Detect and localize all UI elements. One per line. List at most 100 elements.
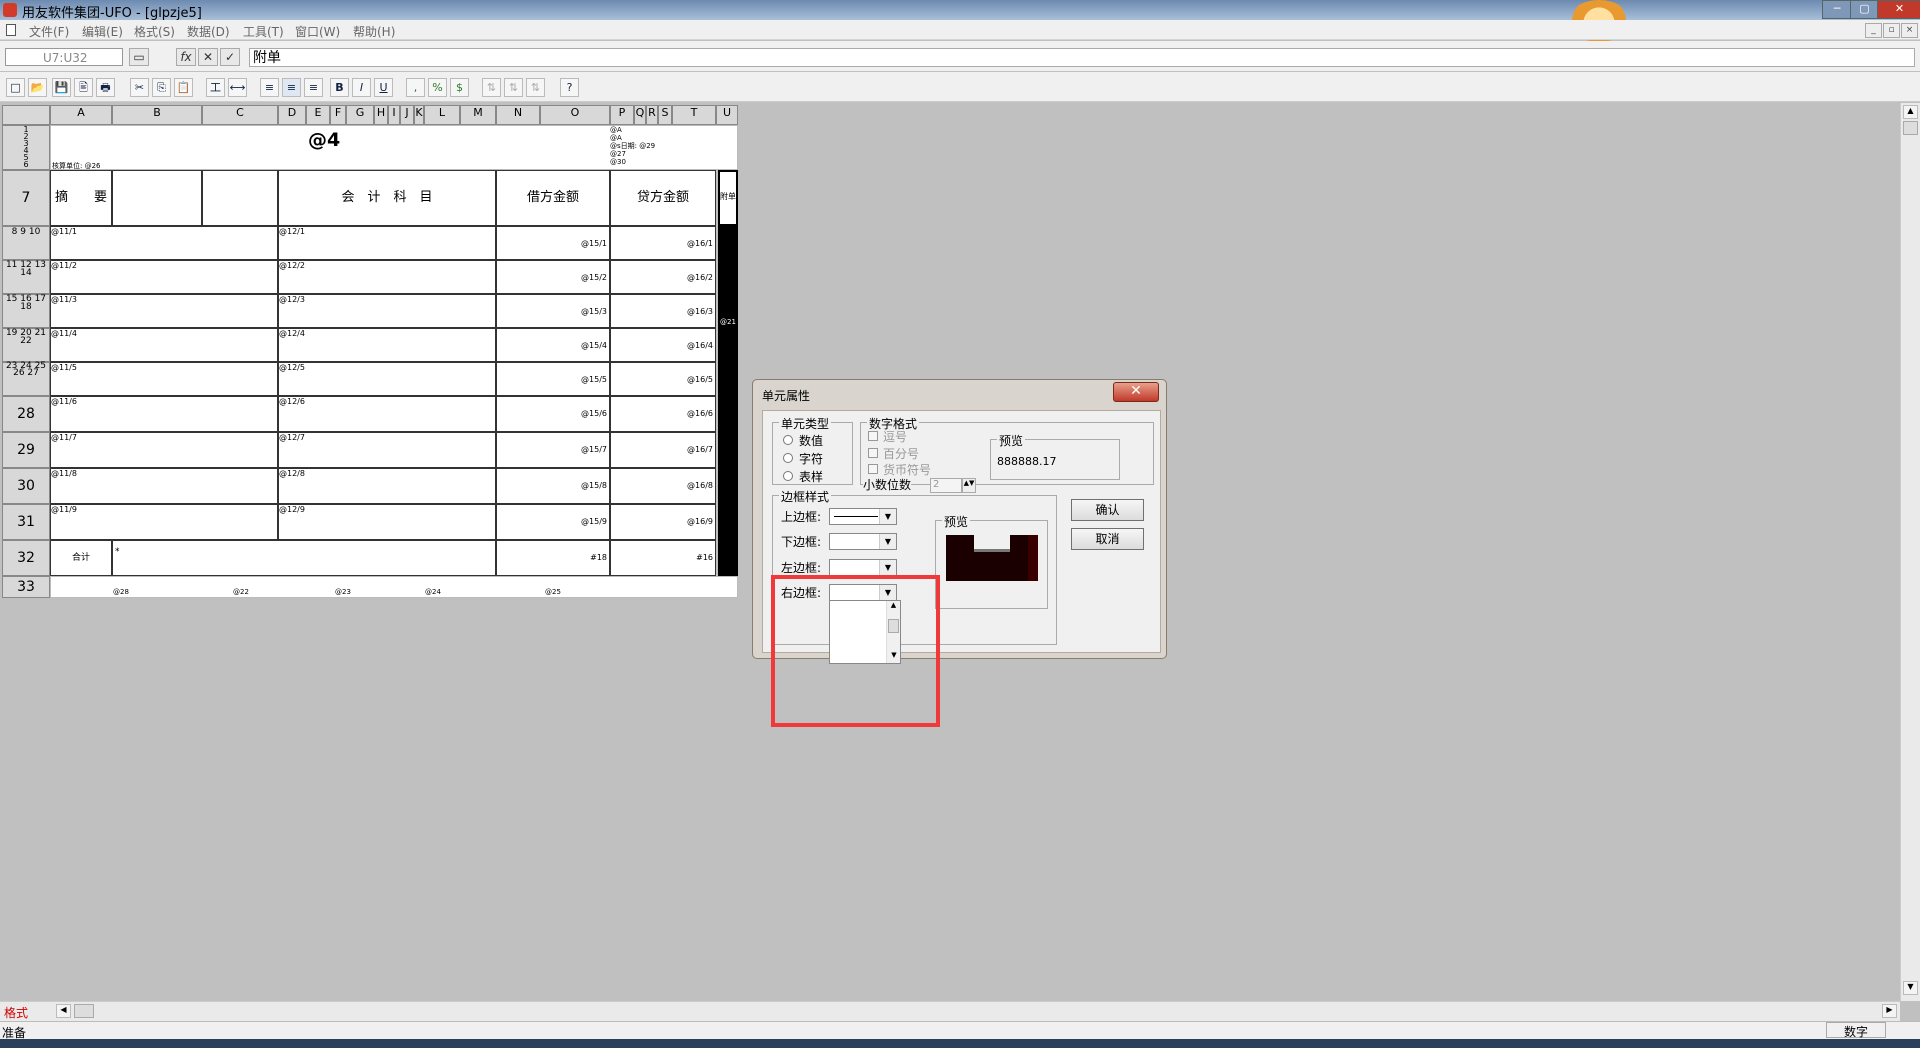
summary-cell[interactable]: @11/8 (50, 468, 278, 504)
column-header[interactable]: D (278, 105, 306, 125)
debit-cell[interactable]: @15/9 (496, 504, 610, 540)
mdi-minimize-icon[interactable]: _ (1865, 23, 1882, 38)
column-header[interactable]: A (50, 105, 112, 125)
account-cell[interactable]: @12/8 (278, 468, 496, 504)
row-header[interactable]: 15 16 17 18 (2, 294, 50, 328)
close-button[interactable]: ✕ (1877, 0, 1920, 19)
summary-cell[interactable]: @11/9 (50, 504, 278, 540)
row-header[interactable]: 11 12 13 14 (2, 260, 50, 294)
column-header[interactable]: C (202, 105, 278, 125)
total-debit-cell[interactable]: #18 (496, 540, 610, 576)
radio-text[interactable] (783, 453, 793, 463)
radio-numeric[interactable] (783, 435, 793, 445)
column-header[interactable]: E (306, 105, 330, 125)
summary-cell[interactable]: @11/6 (50, 396, 278, 432)
function-button[interactable]: fx (176, 48, 196, 66)
credit-cell[interactable]: @16/6 (610, 396, 716, 432)
credit-cell[interactable]: @16/7 (610, 432, 716, 468)
scroll-thumb[interactable] (1903, 121, 1918, 135)
cancel-edit-button[interactable]: ✕ (198, 48, 218, 66)
row-header[interactable]: 29 (2, 432, 50, 468)
credit-cell[interactable]: @16/9 (610, 504, 716, 540)
italic-icon[interactable]: I (352, 78, 371, 97)
row-header[interactable]: 32 (2, 540, 50, 576)
credit-cell[interactable]: @16/3 (610, 294, 716, 328)
currency-style-icon[interactable]: $ (450, 78, 469, 97)
menu-data[interactable]: 数据(D) (187, 23, 230, 40)
debit-cell[interactable]: @15/5 (496, 362, 610, 396)
scroll-down-icon[interactable]: ▼ (1903, 981, 1918, 995)
column-width-icon[interactable]: ⟷ (228, 78, 247, 97)
scroll-up-icon[interactable]: ▲ (1903, 105, 1918, 119)
sheet-tab-format[interactable]: 格式 (4, 1004, 28, 1021)
debit-cell[interactable]: @15/8 (496, 468, 610, 504)
row-height-icon[interactable]: 工 (206, 78, 225, 97)
percent-style-icon[interactable]: % (428, 78, 447, 97)
debit-cell[interactable]: @15/2 (496, 260, 610, 294)
open-file-icon[interactable]: 📂 (28, 78, 47, 97)
row-header[interactable]: 31 (2, 504, 50, 540)
account-cell[interactable]: @12/5 (278, 362, 496, 396)
sheet-header-area[interactable]: @4 核算单位: @26 @A @A @s日期: @29 @27 @30 (50, 125, 738, 170)
column-header[interactable]: T (672, 105, 716, 125)
radio-template[interactable] (783, 471, 793, 481)
credit-cell[interactable]: @16/2 (610, 260, 716, 294)
debit-cell[interactable]: @15/4 (496, 328, 610, 362)
summary-cell[interactable]: @11/5 (50, 362, 278, 396)
horizontal-scrollbar[interactable]: 格式 ◀ ▶ (0, 1001, 1900, 1021)
account-cell[interactable]: @12/7 (278, 432, 496, 468)
account-cell[interactable]: @12/9 (278, 504, 496, 540)
column-header[interactable]: K (414, 105, 424, 125)
row-header[interactable]: 19 20 21 22 (2, 328, 50, 362)
help-pointer-icon[interactable]: ? (560, 78, 579, 97)
credit-cell[interactable]: @16/8 (610, 468, 716, 504)
row-header[interactable]: 30 (2, 468, 50, 504)
print-preview-icon[interactable]: 🖹 (74, 78, 93, 97)
attach-header[interactable]: 附单 (718, 170, 738, 226)
radio-template-label[interactable]: 表样 (799, 468, 823, 485)
total-credit-cell[interactable]: #16 (610, 540, 716, 576)
menu-edit[interactable]: 编辑(E) (82, 23, 123, 40)
align-right-icon[interactable]: ≡ (304, 78, 323, 97)
new-file-icon[interactable]: □ (6, 78, 25, 97)
debit-cell[interactable]: @15/6 (496, 396, 610, 432)
dialog-close-button[interactable]: ✕ (1113, 382, 1159, 402)
summary-header[interactable]: 摘 要 (50, 170, 112, 226)
align-center-icon[interactable]: ≡ (282, 78, 301, 97)
scroll-left-icon[interactable]: ◀ (56, 1004, 71, 1018)
menu-help[interactable]: 帮助(H) (353, 23, 395, 40)
align-left-icon[interactable]: ≡ (260, 78, 279, 97)
empty-header-cell[interactable] (112, 170, 202, 226)
column-header[interactable]: G (346, 105, 374, 125)
summary-cell[interactable]: @11/3 (50, 294, 278, 328)
debit-cell[interactable]: @15/1 (496, 226, 610, 260)
total-label-cell[interactable]: 合计 (50, 540, 112, 576)
account-cell[interactable]: @12/1 (278, 226, 496, 260)
menu-format[interactable]: 格式(S) (134, 23, 175, 40)
copy-icon[interactable]: ⎘ (152, 78, 171, 97)
column-header[interactable]: I (388, 105, 400, 125)
formula-input[interactable]: 附单 (249, 48, 1915, 67)
column-header[interactable]: F (330, 105, 346, 125)
bold-icon[interactable]: B (330, 78, 349, 97)
vertical-scrollbar[interactable]: ▲ ▼ (1900, 103, 1920, 1001)
select-all-corner[interactable] (2, 105, 50, 125)
row-header[interactable]: 123 456 (2, 125, 50, 170)
column-header[interactable]: M (460, 105, 496, 125)
menu-file[interactable]: 文件(F) (29, 23, 69, 40)
row-header[interactable]: 33 (2, 576, 50, 598)
column-header[interactable]: Q (634, 105, 646, 125)
credit-cell[interactable]: @16/1 (610, 226, 716, 260)
account-cell[interactable]: @12/3 (278, 294, 496, 328)
column-header[interactable]: S (658, 105, 672, 125)
row-header[interactable]: 7 (2, 170, 50, 226)
comma-style-icon[interactable]: , (406, 78, 425, 97)
account-header[interactable]: 会 计 科 目 (278, 170, 496, 226)
total-star-cell[interactable]: * (112, 540, 496, 576)
mdi-restore-icon[interactable]: ▫ (1883, 23, 1900, 38)
ok-button[interactable]: 确认 (1071, 499, 1144, 521)
cut-icon[interactable]: ✂ (130, 78, 149, 97)
cell-ref-dropdown-icon[interactable]: ▭ (129, 48, 149, 66)
save-icon[interactable]: 💾 (52, 78, 71, 97)
cancel-button[interactable]: 取消 (1071, 528, 1144, 550)
